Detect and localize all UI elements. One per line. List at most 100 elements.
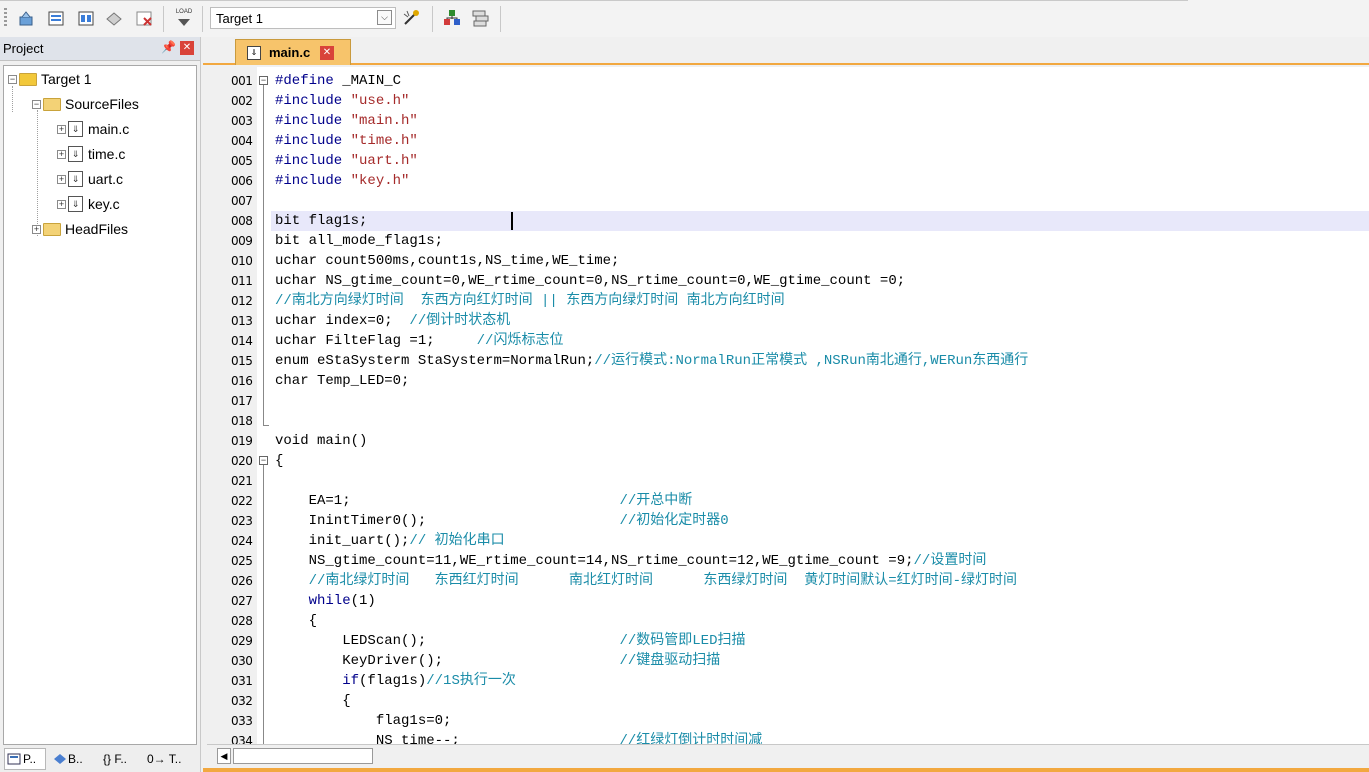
keyword: #include bbox=[275, 153, 343, 169]
stop-build-icon[interactable] bbox=[134, 8, 154, 28]
expand-icon[interactable]: + bbox=[57, 199, 66, 209]
tab-label: B.. bbox=[68, 752, 83, 766]
tree-node-label: uart.c bbox=[88, 171, 124, 187]
string: "main.h" bbox=[350, 113, 418, 129]
code-text: ,NS_rtime_count= bbox=[602, 273, 738, 289]
fold-collapse-icon[interactable]: − bbox=[259, 76, 268, 85]
code-text: NS_time--; bbox=[275, 733, 620, 744]
close-icon[interactable]: ✕ bbox=[180, 41, 194, 55]
manage-project-icon[interactable] bbox=[442, 8, 462, 28]
line-number: 023 bbox=[231, 514, 253, 528]
keyword: #define bbox=[275, 73, 334, 89]
code-editor[interactable]: 001 002 003 004 005 006 007 008 009 010 … bbox=[207, 67, 1369, 744]
scrollbar-thumb[interactable] bbox=[233, 748, 373, 764]
download-icon[interactable]: LOAD bbox=[174, 8, 194, 28]
expand-icon[interactable]: + bbox=[57, 149, 66, 159]
code-line: #define _MAIN_C bbox=[275, 71, 401, 91]
tree-node-label: HeadFiles bbox=[65, 221, 129, 237]
build-icon[interactable] bbox=[46, 8, 66, 28]
line-number: 018 bbox=[231, 414, 253, 428]
editor-tab-main[interactable]: ⇓ main.c ✕ bbox=[235, 39, 351, 65]
collapse-icon[interactable]: − bbox=[32, 99, 41, 109]
line-number: 024 bbox=[231, 534, 253, 548]
toolbar-separator bbox=[500, 6, 501, 32]
line-number: 009 bbox=[231, 234, 253, 248]
comment: //倒计时状态机 bbox=[409, 313, 511, 329]
tree-node-file-time[interactable]: + ⇓ time.c bbox=[57, 144, 125, 164]
code-line: uchar FilteFlag =1; //闪烁标志位 bbox=[275, 331, 563, 351]
keyword: #include bbox=[275, 93, 343, 109]
code-line: uchar NS_gtime_count=0,WE_rtime_count=0,… bbox=[275, 271, 905, 291]
folder-icon bbox=[43, 222, 61, 236]
tab-books[interactable]: B.. bbox=[52, 748, 83, 770]
code-text: (1) bbox=[350, 593, 376, 609]
expand-icon[interactable]: + bbox=[57, 174, 66, 184]
tree-node-target[interactable]: − Target 1 bbox=[8, 69, 92, 89]
expand-icon[interactable]: + bbox=[57, 124, 66, 134]
code-text-area[interactable]: #define _MAIN_C #include "use.h" #includ… bbox=[271, 67, 1369, 744]
tree-node-file-main[interactable]: + ⇓ main.c bbox=[57, 119, 129, 139]
line-number: 021 bbox=[231, 474, 253, 488]
toolbar-separator bbox=[163, 6, 164, 32]
tree-node-label: main.c bbox=[88, 121, 130, 137]
project-panel-header: Project 📌 ✕ bbox=[0, 37, 200, 61]
tree-node-file-key[interactable]: + ⇓ key.c bbox=[57, 194, 120, 214]
close-tab-icon[interactable]: ✕ bbox=[320, 46, 334, 60]
string: "uart.h" bbox=[350, 153, 418, 169]
code-line: InintTimer0(); //初始化定时器0 bbox=[275, 511, 729, 531]
translate-icon[interactable] bbox=[16, 8, 36, 28]
code-text: KeyDriver(); bbox=[275, 653, 620, 669]
toolbar-gripper[interactable] bbox=[4, 8, 7, 28]
code-text: InintTimer0(); bbox=[275, 513, 620, 529]
tree-node-headfiles[interactable]: + HeadFiles bbox=[32, 219, 128, 239]
tab-label: 0→ T.. bbox=[147, 752, 182, 766]
horizontal-scrollbar[interactable]: ◀ bbox=[207, 744, 1369, 768]
line-number: 013 bbox=[231, 314, 253, 328]
fold-line-end bbox=[263, 425, 269, 426]
string: "key.h" bbox=[350, 173, 410, 189]
line-number: 005 bbox=[231, 154, 253, 168]
line-number: 017 bbox=[231, 394, 253, 408]
collapse-icon[interactable]: − bbox=[8, 74, 17, 84]
chevron-down-icon[interactable]: ⌵ bbox=[377, 10, 392, 25]
code-text: _MAIN_C bbox=[333, 73, 402, 89]
code-line: EA=1; //开总中断 bbox=[275, 491, 693, 511]
line-number: 014 bbox=[231, 334, 253, 348]
target-options-icon[interactable] bbox=[401, 8, 421, 28]
line-number: 028 bbox=[231, 614, 253, 628]
keyword: #include bbox=[275, 133, 343, 149]
toolbar-separator bbox=[202, 6, 203, 32]
target-select[interactable]: Target 1 ⌵ bbox=[210, 7, 396, 29]
fold-collapse-icon[interactable]: − bbox=[259, 456, 268, 465]
tree-guide bbox=[37, 110, 38, 236]
editor-area: ⇓ main.c ✕ 001 002 003 004 005 006 007 0… bbox=[203, 37, 1369, 772]
string: "time.h" bbox=[350, 133, 418, 149]
comment: //键盘驱动扫描 bbox=[619, 653, 721, 669]
tab-templates[interactable]: 0→ T.. bbox=[147, 748, 181, 770]
pin-icon[interactable]: 📌 bbox=[161, 40, 176, 54]
code-line: bit all_mode_flag1s; bbox=[275, 233, 444, 249]
select-packs-icon[interactable] bbox=[471, 8, 491, 28]
line-number: 025 bbox=[231, 554, 253, 568]
code-line: bit flag1s; bbox=[275, 213, 368, 229]
line-number: 002 bbox=[231, 94, 253, 108]
project-tree: − Target 1 − SourceFiles + ⇓ main.c + ⇓ … bbox=[3, 65, 197, 745]
keyword: if bbox=[275, 673, 360, 689]
code-text: ; bbox=[896, 273, 906, 289]
scroll-left-icon[interactable]: ◀ bbox=[217, 748, 231, 764]
line-number: 010 bbox=[231, 254, 253, 268]
code-line: #include "use.h" bbox=[275, 91, 409, 111]
line-number: 016 bbox=[231, 374, 253, 388]
tree-node-sourcefiles[interactable]: − SourceFiles bbox=[32, 94, 139, 114]
tree-node-file-uart[interactable]: + ⇓ uart.c bbox=[57, 169, 123, 189]
editor-bottom-border bbox=[203, 768, 1369, 772]
batch-build-icon[interactable] bbox=[104, 8, 124, 28]
rebuild-icon[interactable] bbox=[76, 8, 96, 28]
keyword: #include bbox=[275, 173, 343, 189]
tab-functions[interactable]: {} F.. bbox=[103, 748, 127, 770]
expand-icon[interactable]: + bbox=[32, 224, 41, 234]
code-text: init_uart(); bbox=[275, 533, 410, 549]
tab-project[interactable]: P.. bbox=[4, 748, 46, 770]
editor-tab-label: main.c bbox=[269, 45, 311, 60]
number: 0 bbox=[888, 273, 897, 289]
